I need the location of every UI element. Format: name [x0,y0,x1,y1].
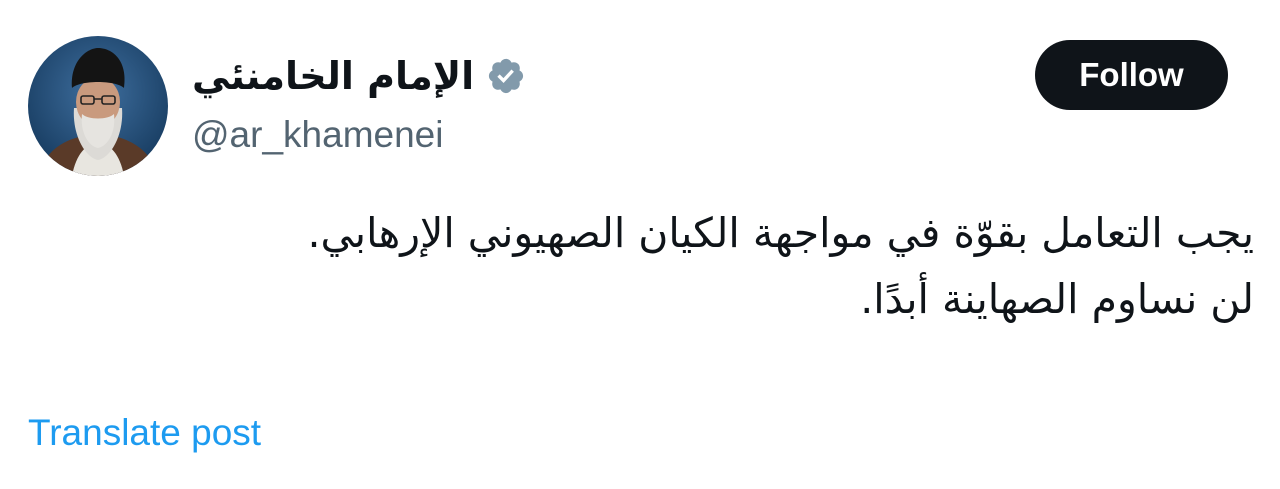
avatar-photo-icon [28,36,168,176]
post-text-line: يجب التعامل بقوّة في مواجهة الكيان الصهي… [307,209,1254,257]
author-display-name[interactable]: الإمام الخامنئي [192,54,474,98]
post-card: الإمام الخامنئي @ar_khamenei Follow يجب … [0,0,1280,489]
author-handle[interactable]: @ar_khamenei [192,114,443,156]
author-name-row: الإمام الخامنئي [192,44,526,108]
post-text-line: لن نساوم الصهاينة أبدًا. [860,275,1254,323]
verified-badge-icon[interactable] [486,56,526,96]
translate-post-link[interactable]: Translate post [28,412,261,454]
post-text: يجب التعامل بقوّة في مواجهة الكيان الصهي… [34,200,1254,332]
follow-button[interactable]: Follow [1035,40,1228,110]
avatar[interactable] [28,36,168,176]
